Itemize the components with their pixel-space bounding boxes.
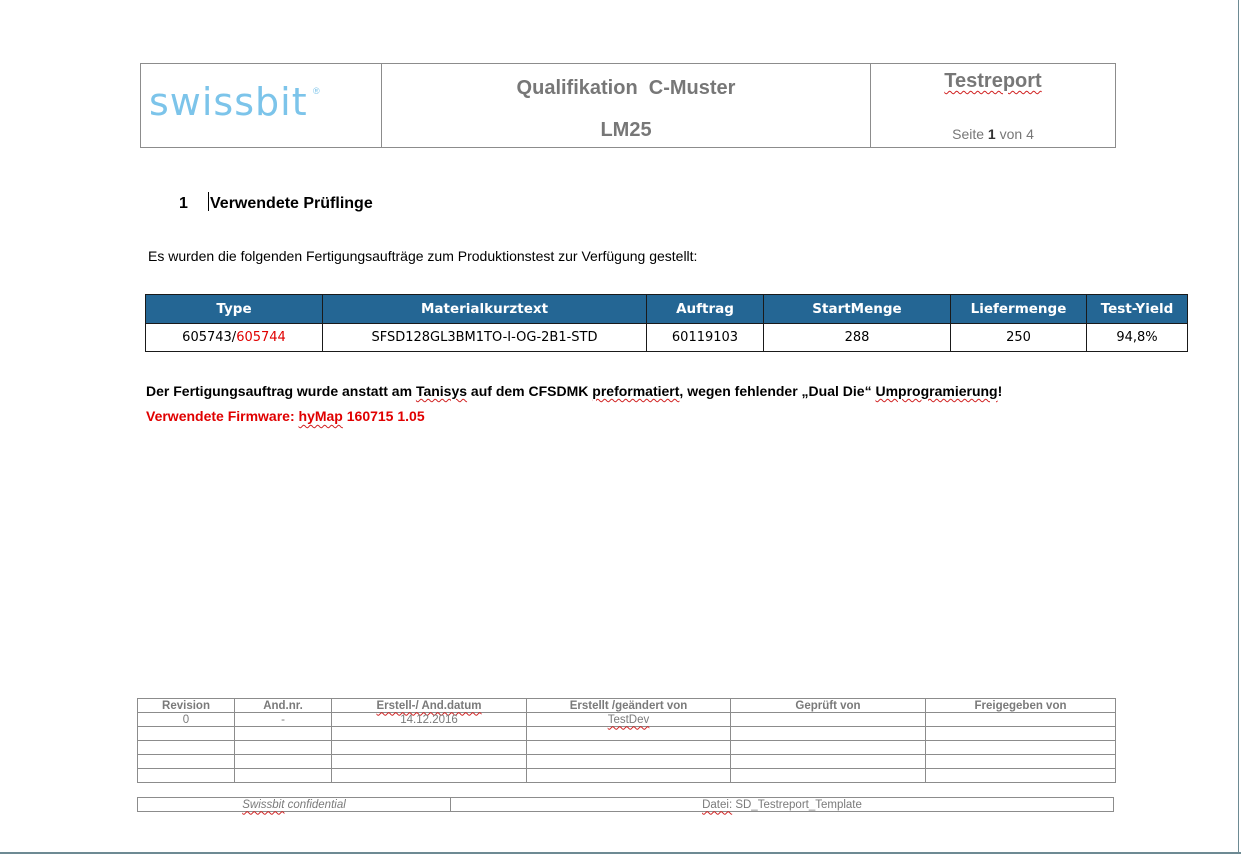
table-row: 605743/605744 SFSD128GL3BM1TO-I-OG-2B1-S… xyxy=(145,323,1188,352)
section-heading-first-char: V xyxy=(210,195,220,212)
table-row xyxy=(137,740,1116,755)
table-row xyxy=(137,754,1116,769)
document-subtitle: LM25 xyxy=(600,119,652,141)
cell-auftrag[interactable]: 60119103 xyxy=(646,323,764,352)
orders-table: Type Materialkurztext Auftrag StartMenge… xyxy=(145,294,1188,352)
rev-cell[interactable] xyxy=(137,768,235,783)
table-row xyxy=(137,768,1116,783)
document-title: Qualifikation C-Muster xyxy=(516,77,736,99)
confidential-label: Swissbit confidential xyxy=(137,797,451,812)
rev-cell[interactable] xyxy=(730,740,926,755)
cell-startmenge[interactable]: 288 xyxy=(763,323,951,352)
rev-header-date: Erstell-/ And.datum xyxy=(331,698,527,713)
firmware-line[interactable]: Verwendete Firmware: hyMap 160715 1.05 xyxy=(146,408,425,424)
rev-cell[interactable] xyxy=(925,754,1116,769)
rev-cell[interactable] xyxy=(730,726,926,741)
rev-cell[interactable] xyxy=(234,740,332,755)
rev-cell[interactable] xyxy=(526,768,731,783)
rev-cell[interactable] xyxy=(234,726,332,741)
rev-cell[interactable] xyxy=(925,768,1116,783)
col-header-type: Type xyxy=(145,294,323,324)
registered-mark: ® xyxy=(313,86,320,96)
rev-cell[interactable]: TestDev xyxy=(526,712,731,727)
rev-cell[interactable] xyxy=(234,754,332,769)
rev-cell[interactable] xyxy=(730,712,926,727)
section-heading-text: erwendete Prüflinge xyxy=(219,195,373,212)
cell-type[interactable]: 605743/605744 xyxy=(145,323,323,352)
report-cell: Testreport Seite 1 von 4 xyxy=(871,64,1115,147)
col-header-material: Materialkurztext xyxy=(322,294,647,324)
rev-header-checked: Geprüft von xyxy=(730,698,926,713)
rev-cell[interactable] xyxy=(730,754,926,769)
rev-cell[interactable] xyxy=(526,726,731,741)
rev-cell[interactable]: 0 xyxy=(137,712,235,727)
table-row: 0 - 14.12.2016 TestDev xyxy=(137,712,1116,727)
rev-cell[interactable]: - xyxy=(234,712,332,727)
rev-cell[interactable] xyxy=(331,768,527,783)
cell-liefermenge[interactable]: 250 xyxy=(950,323,1087,352)
col-header-yield: Test-Yield xyxy=(1086,294,1188,324)
rev-cell[interactable] xyxy=(331,754,527,769)
rev-cell[interactable] xyxy=(730,768,926,783)
rev-cell[interactable] xyxy=(331,726,527,741)
table-row xyxy=(137,726,1116,741)
swissbit-logo: swissbit xyxy=(149,80,308,124)
document-header: swissbit ® Qualifikation C-Muster LM25 T… xyxy=(140,63,1116,148)
rev-header-and-nr: And.nr. xyxy=(234,698,332,713)
revision-table: Revision And.nr. Erstell-/ And.datum Ers… xyxy=(137,698,1116,783)
rev-cell[interactable] xyxy=(331,740,527,755)
rev-cell[interactable] xyxy=(925,740,1116,755)
rev-cell[interactable] xyxy=(925,712,1116,727)
rev-cell[interactable]: 14.12.2016 xyxy=(331,712,527,727)
rev-cell[interactable] xyxy=(526,740,731,755)
file-label: Datei: SD_Testreport_Template xyxy=(450,797,1114,812)
rev-cell[interactable] xyxy=(925,726,1116,741)
text-cursor xyxy=(208,192,209,211)
report-label: Testreport xyxy=(944,70,1042,92)
rev-header-revision: Revision xyxy=(137,698,235,713)
cell-material[interactable]: SFSD128GL3BM1TO-I-OG-2B1-STD xyxy=(322,323,647,352)
rev-cell[interactable] xyxy=(137,754,235,769)
rev-cell[interactable] xyxy=(526,754,731,769)
rev-cell[interactable] xyxy=(137,740,235,755)
production-note[interactable]: Der Fertigungsauftrag wurde anstatt am T… xyxy=(146,383,1002,399)
rev-header-author: Erstellt /geändert von xyxy=(526,698,731,713)
logo-cell: swissbit ® xyxy=(141,64,382,147)
window-right-border xyxy=(1238,0,1239,854)
cell-yield[interactable]: 94,8% xyxy=(1086,323,1188,352)
col-header-auftrag: Auftrag xyxy=(646,294,764,324)
rev-cell[interactable] xyxy=(234,768,332,783)
section-number: 1 xyxy=(179,195,188,212)
rev-cell[interactable] xyxy=(137,726,235,741)
title-cell: Qualifikation C-Muster LM25 xyxy=(382,64,871,147)
document-footer: Swissbit confidential Datei: SD_Testrepo… xyxy=(137,797,1114,812)
intro-paragraph[interactable]: Es wurden die folgenden Fertigungsaufträ… xyxy=(148,248,697,264)
rev-header-approved: Freigegeben von xyxy=(925,698,1116,713)
col-header-liefermenge: Liefermenge xyxy=(950,294,1087,324)
section-heading[interactable]: 1 Verwendete Prüflinge xyxy=(179,192,373,213)
col-header-startmenge: StartMenge xyxy=(763,294,951,324)
page-indicator: Seite 1 von 4 xyxy=(952,126,1034,142)
